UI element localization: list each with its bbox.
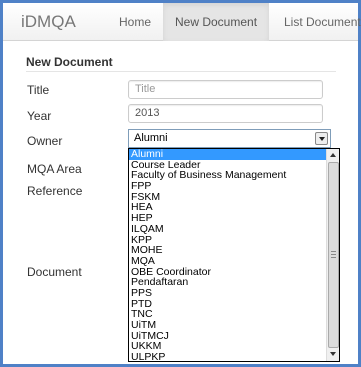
owner-label: Owner: [27, 134, 63, 148]
form-heading: New Document: [26, 55, 113, 69]
mqa-area-label: MQA Area: [27, 162, 82, 176]
owner-option[interactable]: TNC: [129, 309, 326, 320]
scrollbar-thumb[interactable]: [328, 162, 339, 348]
owner-option[interactable]: ILQAM: [129, 224, 326, 235]
dropdown-scrollbar[interactable]: [326, 149, 339, 361]
brand-logo[interactable]: iDMQA: [21, 12, 76, 32]
owner-option[interactable]: MQA: [129, 256, 326, 267]
title-input[interactable]: Title: [128, 80, 323, 99]
year-input[interactable]: 2013: [128, 104, 323, 123]
scroll-up-icon[interactable]: [328, 150, 339, 161]
app-window: iDMQA Home New Document List Document Ne…: [0, 0, 361, 367]
owner-options: Alumni Course Leader Faculty of Business M…: [129, 149, 326, 361]
owner-option[interactable]: Pendaftaran: [129, 277, 326, 288]
owner-select-value: Alumni: [134, 132, 168, 144]
scroll-down-icon[interactable]: [328, 349, 339, 360]
grip-icon: [331, 251, 336, 258]
owner-option[interactable]: ULPKP: [129, 352, 326, 361]
form-divider: [26, 71, 336, 72]
navbar: iDMQA Home New Document List Document: [3, 3, 361, 41]
owner-select[interactable]: Alumni: [128, 129, 331, 148]
chevron-down-icon[interactable]: [315, 132, 328, 145]
nav-new-document[interactable]: New Document: [163, 3, 270, 41]
owner-option[interactable]: MOHE: [129, 245, 326, 256]
owner-option[interactable]: Faculty of Business Management: [129, 170, 326, 181]
nav-list-document[interactable]: List Document: [272, 3, 361, 41]
owner-dropdown-list[interactable]: Alumni Course Leader Faculty of Business M…: [128, 148, 340, 362]
owner-option[interactable]: FSKM: [129, 192, 326, 203]
title-label: Title: [27, 83, 50, 97]
owner-option[interactable]: PPS: [129, 288, 326, 299]
reference-label: Reference: [27, 184, 83, 198]
document-label: Document: [27, 265, 82, 279]
owner-option[interactable]: PTD: [129, 298, 326, 310]
nav-home[interactable]: Home: [107, 3, 163, 41]
year-label: Year: [27, 109, 52, 123]
owner-option[interactable]: HEA: [129, 202, 326, 213]
